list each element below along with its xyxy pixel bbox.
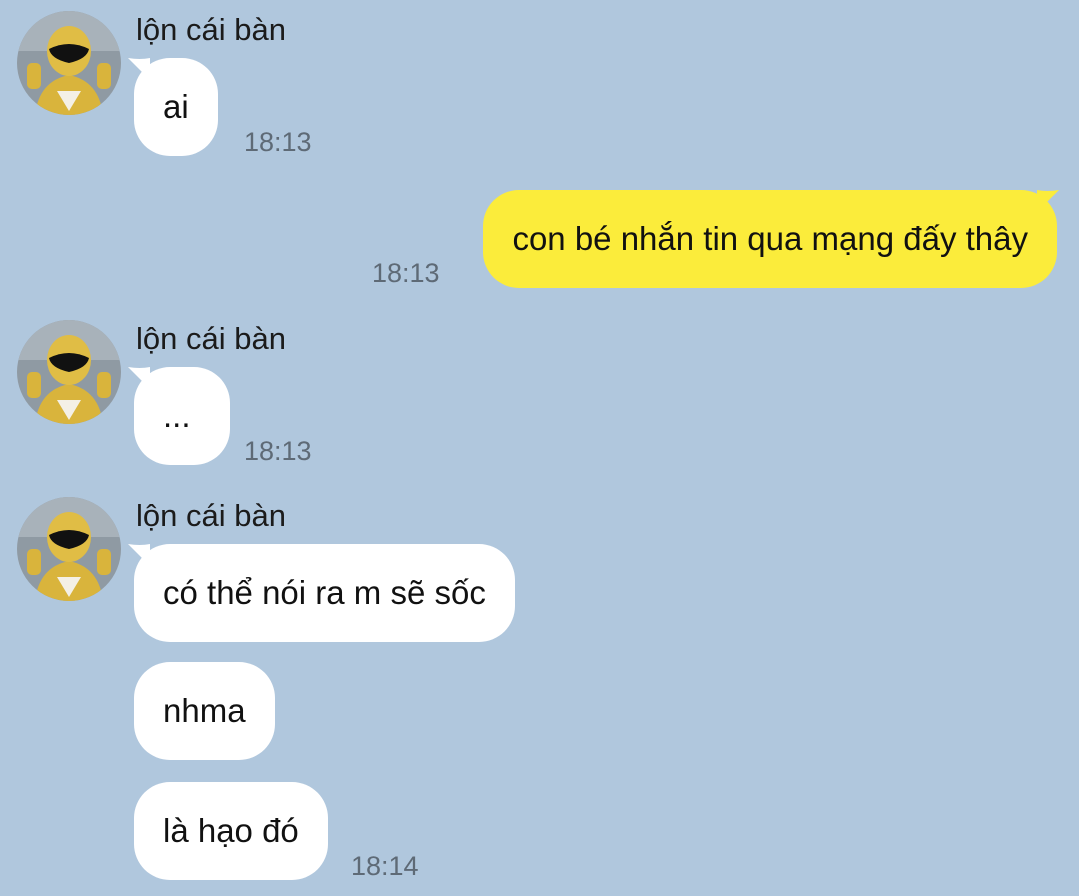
message-timestamp: 18:13 xyxy=(244,436,312,466)
avatar[interactable] xyxy=(17,11,121,115)
yellow-ranger-avatar-icon xyxy=(17,320,121,424)
message-timestamp: 18:14 xyxy=(351,851,419,881)
yellow-ranger-avatar-icon xyxy=(17,11,121,115)
sender-name: lộn cái bàn xyxy=(136,12,286,47)
message-bubble-incoming[interactable]: là hạo đó xyxy=(134,782,328,880)
avatar[interactable] xyxy=(17,497,121,601)
message-timestamp: 18:13 xyxy=(372,258,440,288)
sender-name: lộn cái bàn xyxy=(136,498,286,533)
message-timestamp: 18:13 xyxy=(244,127,312,157)
yellow-ranger-avatar-icon xyxy=(17,497,121,601)
sender-name: lộn cái bàn xyxy=(136,321,286,356)
message-bubble-outgoing[interactable]: con bé nhắn tin qua mạng đấy thây xyxy=(483,190,1057,288)
message-bubble-incoming[interactable]: có thể nói ra m sẽ sốc xyxy=(134,544,515,642)
message-bubble-incoming[interactable]: ai xyxy=(134,58,218,156)
message-bubble-incoming[interactable]: nhma xyxy=(134,662,275,760)
message-bubble-incoming[interactable]: ... xyxy=(134,367,230,465)
bubble-tail xyxy=(1037,190,1059,212)
avatar[interactable] xyxy=(17,320,121,424)
